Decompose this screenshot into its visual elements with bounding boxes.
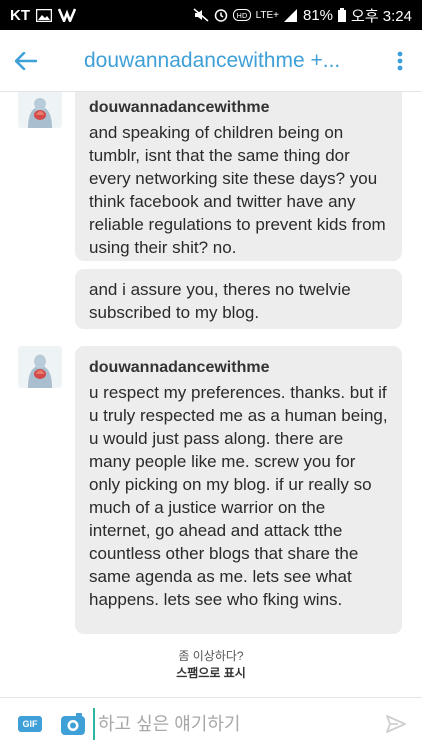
avatar-image <box>18 92 62 128</box>
app-bar: douwannadancewithme +... <box>0 30 422 92</box>
status-right: HD LTE+ 81% 오후 3:24 <box>193 5 412 26</box>
mute-icon <box>193 8 209 22</box>
svg-text:HD: HD <box>236 12 247 20</box>
status-bar: KT HD LTE+ 81% 오후 3:24 <box>0 0 422 30</box>
message-author[interactable]: douwannadancewithme <box>89 356 388 379</box>
message-text: u respect my preferences. thanks. but if… <box>89 383 388 609</box>
avatar[interactable] <box>18 346 62 388</box>
message-bubble[interactable]: douwannadancewithme and speaking of chil… <box>75 92 402 261</box>
send-icon <box>386 715 406 733</box>
message-bubble[interactable]: douwannadancewithme u respect my prefere… <box>75 346 402 634</box>
avatar-image <box>18 346 62 388</box>
message-author[interactable]: douwannadancewithme <box>89 96 388 119</box>
alarm-icon <box>214 8 228 22</box>
signal-icon <box>284 8 298 22</box>
message-text: and speaking of children being on tumblr… <box>89 123 386 257</box>
battery-percent: 81% <box>303 6 334 24</box>
clock: 오후 3:24 <box>351 7 412 25</box>
message-input[interactable] <box>93 708 370 740</box>
camera-icon <box>61 713 85 735</box>
spam-notice: 좀 이상하다? 스팸으로 표시 <box>0 648 422 682</box>
gallery-icon <box>36 8 52 22</box>
carrier-label: KT <box>10 6 30 24</box>
gif-button[interactable]: GIF <box>18 716 42 732</box>
more-vertical-icon <box>397 51 403 70</box>
status-left: KT <box>10 7 76 24</box>
message-bubble[interactable]: and i assure you, theres no twelvie subs… <box>75 269 402 329</box>
app-v-icon <box>58 8 76 22</box>
conversation-title[interactable]: douwannadancewithme +... <box>52 49 378 73</box>
avatar[interactable] <box>18 92 62 128</box>
spam-question: 좀 이상하다? <box>178 649 244 663</box>
message-text: and i assure you, theres no twelvie subs… <box>89 280 351 322</box>
camera-button[interactable] <box>61 712 85 736</box>
network-type: LTE+ <box>255 9 279 21</box>
compose-bar: GIF <box>0 697 422 750</box>
send-button[interactable] <box>370 698 422 750</box>
back-button[interactable] <box>0 30 52 92</box>
message-thread[interactable]: douwannadancewithme and speaking of chil… <box>0 92 422 697</box>
mark-as-spam-link[interactable]: 스팸으로 표시 <box>0 665 422 682</box>
hd-icon: HD <box>232 9 251 21</box>
more-options-button[interactable] <box>378 30 422 92</box>
back-arrow-icon <box>15 51 37 70</box>
battery-icon <box>338 8 347 22</box>
